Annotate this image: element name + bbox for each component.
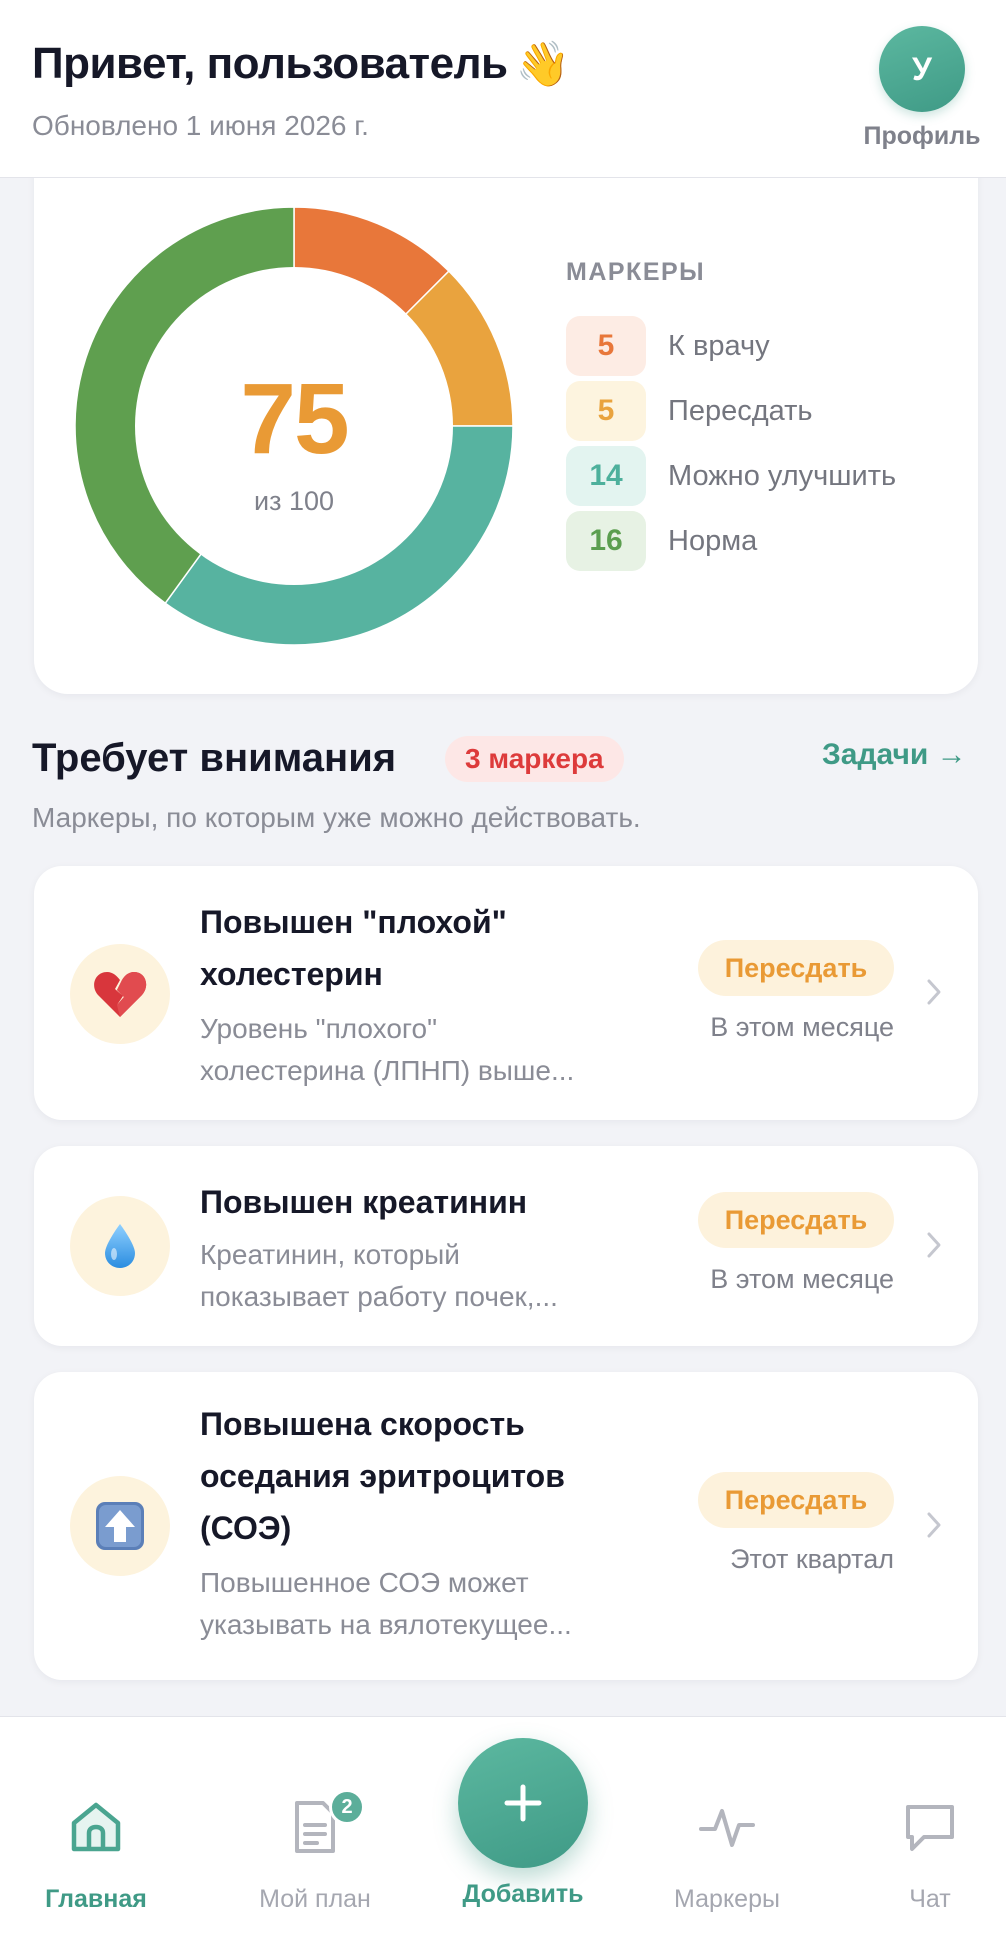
greeting-text: Привет, пользователь — [32, 39, 508, 88]
nav-label: Мой план — [259, 1885, 371, 1913]
pulse-icon — [699, 1809, 755, 1847]
chevron-right-icon — [927, 1512, 941, 1538]
retest-badge: Пересдать — [698, 1192, 894, 1248]
due-period: В этом месяце — [710, 1012, 894, 1042]
marker-card-cholesterol[interactable]: Повышен "плохой" холестерин Уровень "пло… — [34, 866, 978, 1120]
legend-item-doctor[interactable]: 5 К врачу — [566, 316, 770, 376]
nav-chat[interactable]: Чат — [840, 1717, 1006, 1936]
description-line: Уровень "плохого" — [200, 1013, 438, 1044]
legend-label: Норма — [668, 524, 758, 557]
marker-card-title: Повышена скорость оседания эритроцитов (… — [200, 1406, 565, 1546]
due-period: Этот квартал — [730, 1544, 894, 1574]
nav-my-plan[interactable]: 2 Мой план — [225, 1717, 405, 1936]
droplet-icon — [70, 1196, 170, 1296]
tasks-link[interactable]: Задачи → — [822, 738, 967, 772]
score-value: 75 — [240, 363, 349, 475]
plan-count-badge: 2 — [329, 1789, 365, 1825]
broken-heart-icon — [70, 944, 170, 1044]
section-title: Требует внимания — [32, 736, 397, 780]
nav-label: Чат — [909, 1885, 951, 1913]
due-period: В этом месяце — [710, 1264, 894, 1294]
description-line: холестерина (ЛПНП) выше... — [200, 1055, 575, 1086]
marker-card-description: Повышенное СОЭ может указывать на вялоте… — [200, 1562, 620, 1646]
legend-count-badge: 5 — [566, 381, 646, 441]
chevron-right-icon — [927, 1232, 941, 1258]
marker-card-description: Уровень "плохого" холестерина (ЛПНП) выш… — [200, 1008, 620, 1092]
up-arrow-icon — [70, 1476, 170, 1576]
markers-legend-title: МАРКЕРЫ — [566, 258, 706, 286]
profile-label[interactable]: Профиль — [860, 122, 984, 151]
app-header: Привет, пользователь 👋 Обновлено 1 июня 2… — [0, 0, 1006, 178]
nav-home[interactable]: Главная — [6, 1717, 186, 1936]
home-icon — [71, 1802, 121, 1852]
add-button[interactable] — [458, 1738, 588, 1868]
nav-label: Маркеры — [674, 1885, 780, 1913]
score-card: 75 из 100 МАРКЕРЫ 5 К врачу 5 Пересдать … — [34, 150, 978, 694]
wave-icon: 👋 — [515, 40, 571, 89]
legend-count-badge: 5 — [566, 316, 646, 376]
attention-count-badge: 3 маркера — [445, 736, 624, 782]
updated-date: Обновлено 1 июня 2026 г. — [32, 110, 369, 141]
description-line: Повышенное СОЭ может — [200, 1567, 529, 1598]
legend-count-badge: 14 — [566, 446, 646, 506]
plus-icon — [504, 1784, 542, 1822]
legend-label: Пересдать — [668, 394, 813, 427]
legend-count-badge: 16 — [566, 511, 646, 571]
marker-card-creatinine[interactable]: Повышен креатинин Креатинин, который пок… — [34, 1146, 978, 1346]
marker-card-description: Креатинин, который показывает работу поч… — [200, 1234, 620, 1318]
retest-badge: Пересдать — [698, 1472, 894, 1528]
marker-card-title: Повышен креатинин — [200, 1184, 528, 1220]
section-subtitle: Маркеры, по которым уже можно действоват… — [32, 802, 641, 833]
nav-markers[interactable]: Маркеры — [637, 1717, 817, 1936]
description-line: показывает работу почек,... — [200, 1281, 558, 1312]
greeting-title: Привет, пользователь 👋 — [32, 38, 570, 90]
add-button-label[interactable]: Добавить — [423, 1880, 623, 1909]
legend-item-improve[interactable]: 14 Можно улучшить — [566, 446, 896, 506]
description-line: указывать на вялотекущее... — [200, 1609, 572, 1640]
description-line: Креатинин, который — [200, 1239, 460, 1270]
score-max-label: из 100 — [253, 486, 334, 516]
legend-item-normal[interactable]: 16 Норма — [566, 511, 757, 571]
legend-item-retest[interactable]: 5 Пересдать — [566, 381, 813, 441]
marker-card-title: Повышен "плохой" холестерин — [200, 904, 507, 992]
retest-badge: Пересдать — [698, 940, 894, 996]
nav-label: Главная — [45, 1885, 147, 1913]
legend-label: К врачу — [668, 329, 770, 362]
marker-card-esr[interactable]: Повышена скорость оседания эритроцитов (… — [34, 1372, 978, 1680]
chat-icon — [906, 1805, 954, 1851]
chevron-right-icon — [927, 979, 941, 1005]
avatar[interactable]: У — [879, 26, 965, 112]
legend-label: Можно улучшить — [668, 459, 897, 492]
